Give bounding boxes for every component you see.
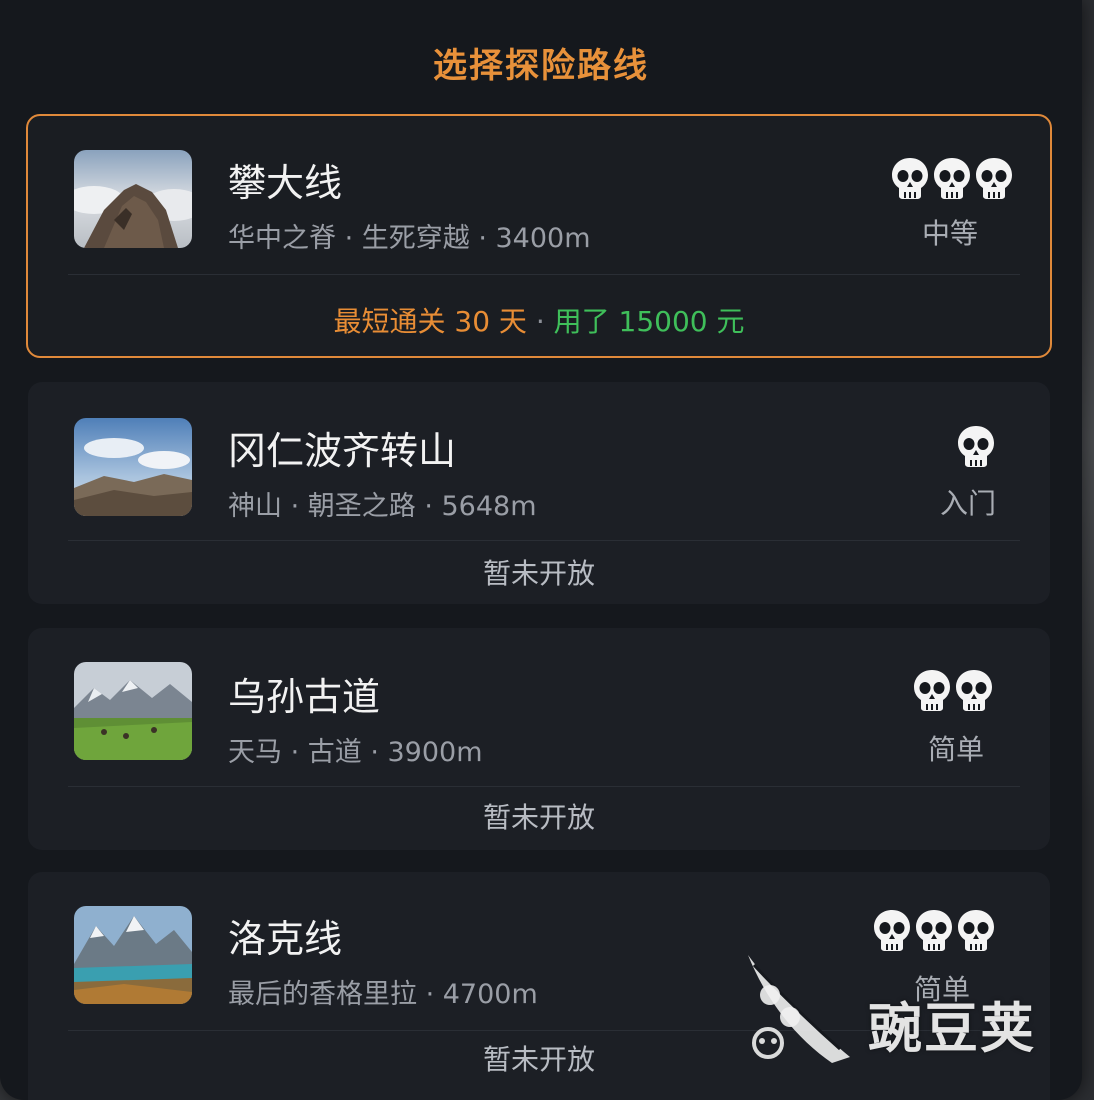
difficulty-label: 中等 — [922, 217, 979, 250]
mountain-rock-clouds-image — [74, 150, 192, 248]
card-divider — [68, 540, 1020, 541]
route-status: 暂未开放 — [482, 801, 595, 834]
route-subtitle: 天马 · 古道 · 3900m — [228, 737, 483, 768]
sky-and-hills-image — [74, 418, 192, 516]
difficulty-label: 简单 — [928, 733, 985, 766]
green-meadow-mountains-image — [74, 662, 192, 760]
skull-icon — [958, 426, 994, 467]
skull-icon — [934, 158, 970, 199]
difficulty-skulls — [956, 424, 996, 472]
route-name: 冈仁波齐转山 — [228, 429, 457, 473]
skull-icon — [914, 670, 950, 711]
route-name: 洛克线 — [228, 917, 343, 961]
best-clear-time: 最短通关 30 天 — [333, 305, 527, 338]
cost-spent: 用了 15000 元 — [553, 305, 745, 338]
lake-and-peaks-image — [74, 906, 192, 1004]
route-name: 攀大线 — [228, 161, 343, 205]
difficulty-skulls — [912, 668, 994, 716]
route-status: 暂未开放 — [482, 557, 595, 590]
route-card-pandaxian[interactable]: 攀大线 华中之脊 · 生死穿越 · 3400m 中等 最短通关 30 天 · 用… — [26, 114, 1052, 358]
route-name: 乌孙古道 — [228, 675, 381, 719]
card-divider — [68, 786, 1020, 787]
route-thumbnail — [74, 906, 192, 1004]
route-card-wusun[interactable]: 乌孙古道 天马 · 古道 · 3900m 简单 暂未开放 — [28, 628, 1050, 850]
skull-icon — [956, 670, 992, 711]
skull-icon — [976, 158, 1012, 199]
skull-icon — [892, 158, 928, 199]
route-select-panel: 选择探险路线 攀大线 华中之脊 · 生死穿越 · 3400m 中等 最短通关 3… — [0, 0, 1082, 1100]
route-record: 最短通关 30 天 · 用了 15000 元 — [28, 300, 1050, 340]
record-separator: · — [535, 305, 545, 338]
screen-title: 选择探险路线 — [433, 46, 649, 86]
difficulty-label: 入门 — [940, 487, 997, 520]
card-divider — [68, 274, 1020, 275]
route-subtitle: 神山 · 朝圣之路 · 5648m — [228, 491, 537, 522]
route-subtitle: 华中之脊 · 生死穿越 · 3400m — [228, 223, 591, 254]
watermark-text: 豌豆荚 — [868, 997, 1036, 1060]
route-thumbnail — [74, 662, 192, 760]
route-thumbnail — [74, 150, 192, 248]
route-card-kailash[interactable]: 冈仁波齐转山 神山 · 朝圣之路 · 5648m 入门 暂未开放 — [28, 382, 1050, 604]
route-thumbnail — [74, 418, 192, 516]
route-subtitle: 最后的香格里拉 · 4700m — [228, 979, 538, 1010]
difficulty-skulls — [890, 156, 1014, 204]
